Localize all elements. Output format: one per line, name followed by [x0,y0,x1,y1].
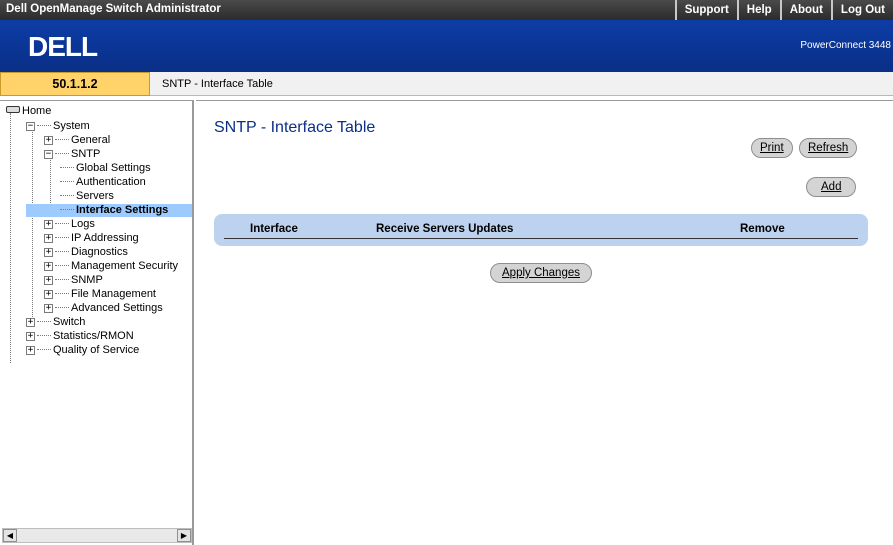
app-title: Dell OpenManage Switch Administrator [6,3,221,15]
column-remove: Remove [740,223,785,235]
expand-icon[interactable]: + [44,220,53,229]
navigation-tree: Home − System + General − SNTP Global Setti… [0,100,194,545]
tree-item-general[interactable]: + General [44,133,110,147]
tree-item-sntp[interactable]: − SNTP [44,147,100,161]
tree-item-global-settings[interactable]: Global Settings [60,161,151,175]
collapse-icon[interactable]: − [26,122,35,131]
tree-item-authentication[interactable]: Authentication [60,175,146,189]
tree-item-snmp[interactable]: + SNMP [44,273,103,287]
tree-item-interface-settings[interactable]: Interface Settings [60,203,168,217]
home-icon [6,106,20,113]
tree-item-system[interactable]: − System [26,119,90,133]
breadcrumb: SNTP - Interface Table [162,78,273,90]
tree-item-home[interactable]: Home [6,104,51,118]
expand-icon[interactable]: + [44,234,53,243]
tree-item-ip-addressing[interactable]: + IP Addressing [44,231,139,245]
column-interface: Interface [250,223,298,235]
page-title: SNTP - Interface Table [214,119,376,136]
tree-item-management-security[interactable]: + Management Security [44,259,178,273]
title-bar: Dell OpenManage Switch Administrator Sup… [0,0,893,20]
expand-icon[interactable]: + [44,290,53,299]
top-links: Support Help About Log Out [674,0,893,20]
product-name: PowerConnect 3448 [800,40,891,51]
table-divider [224,238,858,239]
about-link[interactable]: About [779,0,831,20]
tree-item-file-management[interactable]: + File Management [44,287,156,301]
apply-changes-button[interactable]: Apply Changes [490,263,592,283]
tree-item-logs[interactable]: + Logs [44,217,95,231]
expand-icon[interactable]: + [44,248,53,257]
expand-icon[interactable]: + [26,346,35,355]
tree-item-switch[interactable]: + Switch [26,315,85,329]
address-bar: 50.1.1.2 SNTP - Interface Table [0,72,893,96]
add-button[interactable]: Add [806,177,857,197]
expand-icon[interactable]: + [44,304,53,313]
expand-icon[interactable]: + [44,276,53,285]
tree-item-quality-of-service[interactable]: + Quality of Service [26,343,139,357]
logout-link[interactable]: Log Out [830,0,893,20]
tree-item-advanced-settings[interactable]: + Advanced Settings [44,301,163,315]
tree-scrollbar[interactable]: ◀ ▶ [2,528,192,543]
expand-icon[interactable]: + [26,318,35,327]
refresh-button[interactable]: Refresh [799,138,858,158]
scroll-right-icon[interactable]: ▶ [177,529,191,542]
collapse-icon[interactable]: − [44,150,53,159]
scroll-left-icon[interactable]: ◀ [3,529,17,542]
expand-icon[interactable]: + [44,262,53,271]
svg-text:DELL: DELL [28,33,98,59]
tree-item-statistics-rmon[interactable]: + Statistics/RMON [26,329,134,343]
support-link[interactable]: Support [674,0,737,20]
expand-icon[interactable]: + [26,332,35,341]
help-link[interactable]: Help [736,0,780,20]
content-pane: SNTP - Interface Table Print Refresh Add… [196,100,893,545]
switch-ip: 50.1.1.2 [0,72,150,96]
tree-item-diagnostics[interactable]: + Diagnostics [44,245,128,259]
column-receive-servers-updates: Receive Servers Updates [376,223,514,235]
expand-icon[interactable]: + [44,136,53,145]
print-button[interactable]: Print [751,138,793,158]
tree-item-servers[interactable]: Servers [60,189,114,203]
dell-logo: DELL [28,33,99,59]
interface-table-header: Interface Receive Servers Updates Remove [214,214,868,246]
brand-banner: DELL PowerConnect 3448 [0,20,893,72]
